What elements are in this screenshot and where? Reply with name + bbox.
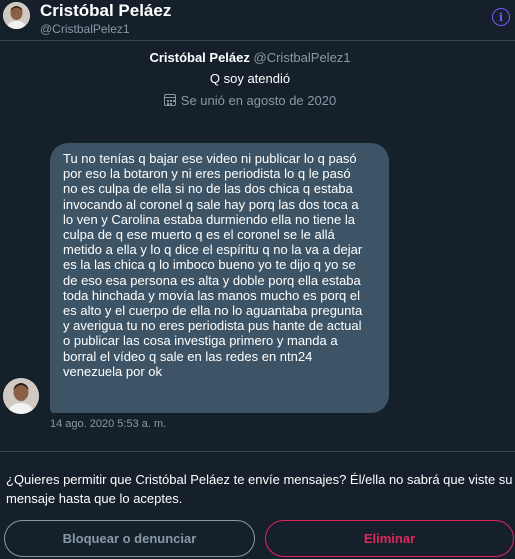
sender-avatar[interactable] — [3, 378, 39, 414]
message-line: lo ven y Carolina estaba durmiendo ella … — [63, 211, 355, 227]
calendar-icon — [163, 94, 176, 106]
request-divider — [0, 451, 515, 452]
profile-handle: @CristbalPelez1 — [253, 50, 351, 65]
conversation-header: Cristóbal Peláez @CristbalPelez1 i — [0, 0, 515, 40]
profile-bio: Q soy atendió — [209, 71, 291, 86]
message-line: toda hinchada y movía las manos mucho es… — [63, 287, 361, 303]
message-line: venezuela por ok — [63, 363, 163, 379]
header-handle: @CristbalPelez1 — [40, 22, 130, 36]
message-bubble[interactable]: Tu no tenías q bajar ese video ni public… — [50, 143, 389, 413]
avatar[interactable] — [3, 2, 30, 29]
header-name[interactable]: Cristóbal Peláez — [40, 1, 171, 21]
message-timestamp: 14 ago. 2020 5:53 a. m. — [50, 418, 167, 430]
info-icon[interactable]: i — [492, 8, 510, 26]
message-line: es alto y el cuerpo de ella no lo aguant… — [63, 303, 363, 319]
message-line: borral el vídeo q sale en las redes en n… — [63, 348, 313, 364]
message-line: invocando al coronel q sale hay porq las… — [63, 196, 359, 212]
profile-joined: Se unió en agosto de 2020 — [0, 93, 500, 108]
message-line: Tu no tenías q bajar ese video ni public… — [63, 151, 357, 166]
profile-name: Cristóbal Peláez — [149, 50, 250, 65]
block-or-report-button[interactable]: Bloquear o denunciar — [4, 520, 255, 557]
header-divider — [0, 40, 515, 41]
message-line: o publicar las cosa investiga primero y … — [63, 333, 338, 349]
message-line: es la las chica q lo imboco bueno yo te … — [63, 257, 356, 273]
message-line: por eso la botaron y ni eres periodista … — [63, 166, 351, 182]
message-line: metido a ella y lo q dice el espíritu q … — [63, 242, 363, 258]
message-line: de eso esa persona es alta y doble porq … — [63, 272, 361, 288]
message-line: y averigua tu no eres periodista pus han… — [63, 318, 362, 334]
message-request-prompt: ¿Quieres permitir que Cristóbal Peláez t… — [6, 472, 513, 506]
delete-button[interactable]: Eliminar — [265, 520, 514, 557]
message-line: no es culpa de ella si no de las dos chi… — [63, 181, 353, 197]
message-line: culpa de q ese muerto q es el coronel se… — [63, 227, 335, 243]
profile-summary[interactable]: Cristóbal Peláez @CristbalPelez1 — [0, 50, 500, 65]
joined-text: Se unió en agosto de 2020 — [180, 93, 337, 108]
